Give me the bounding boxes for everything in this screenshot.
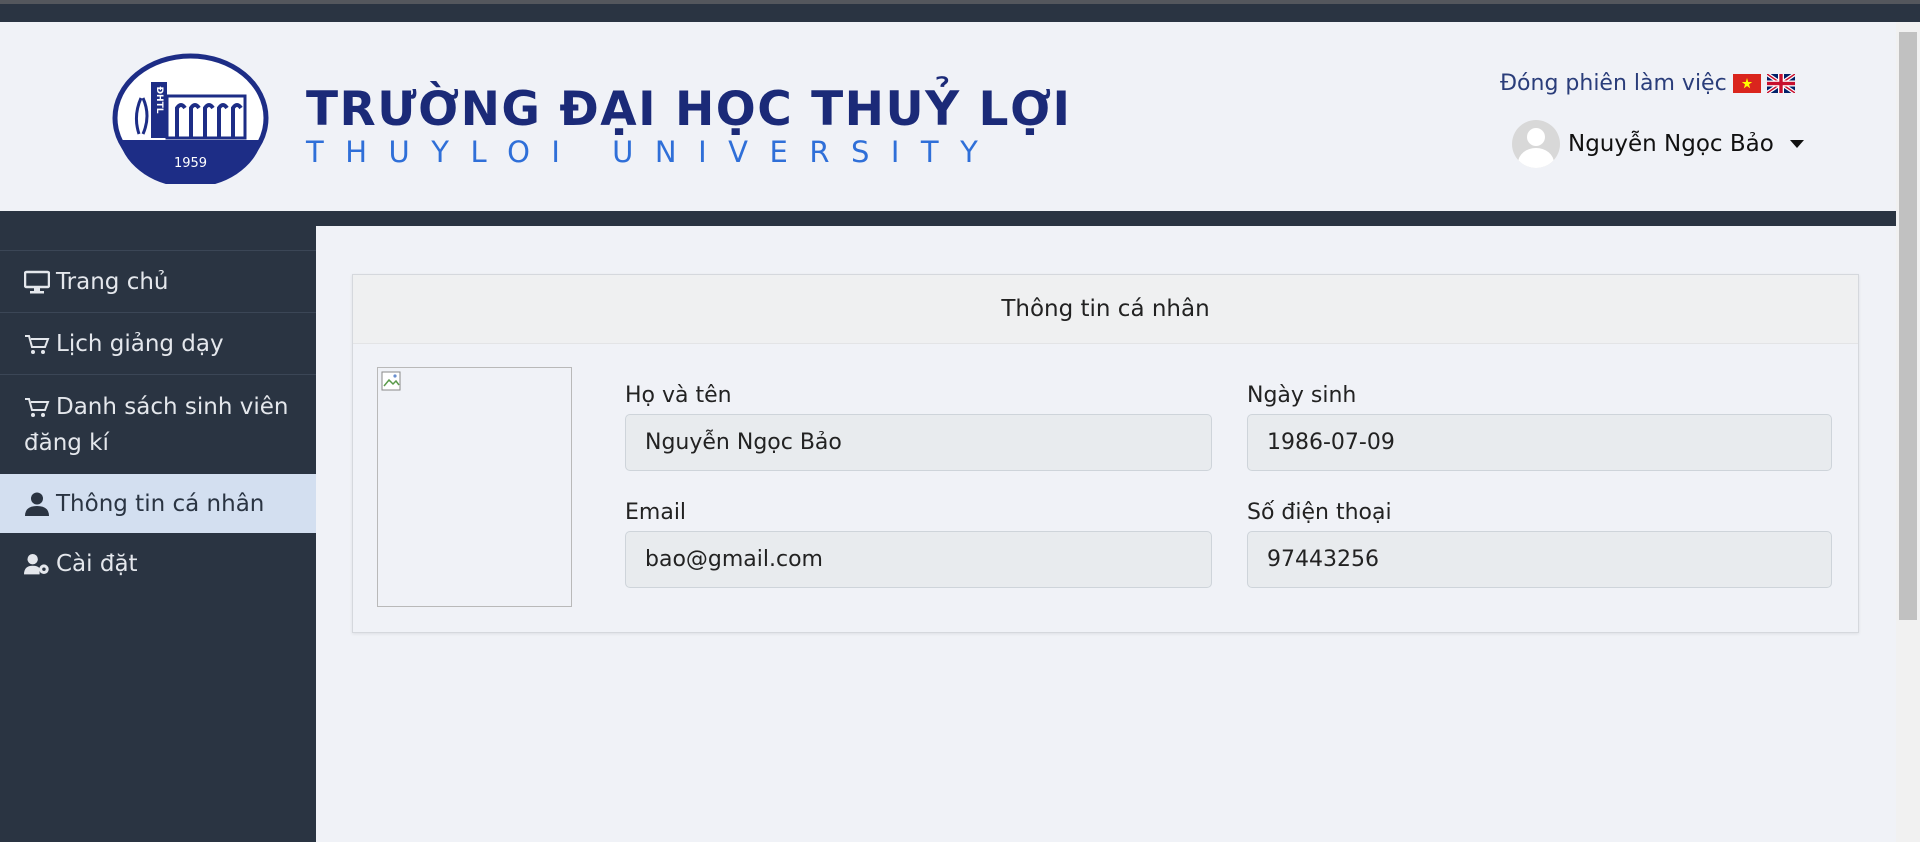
user-icon (25, 492, 49, 516)
brand-vietnamese-name: TRƯỜNG ĐẠI HỌC THUỶ LỢI (306, 82, 1072, 137)
logout-area: Đóng phiên làm việc (1500, 71, 1795, 96)
user-gear-icon (24, 554, 49, 575)
sidebar: Trang chủ Lịch giảng dạy Danh sách sinh … (0, 226, 316, 842)
fullname-label: Họ và tên (625, 383, 732, 408)
vertical-scrollbar[interactable] (1896, 22, 1920, 842)
logo-abbrev: ĐHTL (154, 87, 164, 114)
sidebar-item-label: Danh sách sinh viên (56, 394, 289, 420)
site-header: 1959 ĐHTL TRƯỜNG ĐẠI HỌC THUỶ LỢI THUYLO… (0, 22, 1896, 211)
caret-down-icon (1789, 140, 1804, 148)
user-name: Nguyễn Ngọc Bảo (1568, 131, 1774, 157)
card-title: Thông tin cá nhân (353, 275, 1858, 344)
logo-year: 1959 (174, 156, 207, 171)
window-top-strip (0, 0, 1920, 22)
broken-image-icon (381, 371, 401, 391)
profile-photo (377, 367, 572, 607)
navbar-strip (0, 211, 1896, 226)
logout-link[interactable]: Đóng phiên làm việc (1500, 71, 1727, 96)
sidebar-item-label: Trang chủ (56, 268, 169, 295)
user-menu-toggle[interactable]: Nguyễn Ngọc Bảo (1512, 120, 1804, 168)
sidebar-item-registered-students[interactable]: Danh sách sinh viên đăng kí (0, 374, 316, 474)
phone-label: Số điện thoại (1247, 500, 1392, 525)
university-logo: 1959 ĐHTL (112, 53, 269, 184)
sidebar-item-teaching-schedule[interactable]: Lịch giảng dạy (0, 312, 316, 374)
avatar (1512, 120, 1560, 168)
sidebar-item-personal-info[interactable]: Thông tin cá nhân (0, 474, 316, 533)
cart-icon (25, 398, 50, 417)
phone-field[interactable]: 97443256 (1247, 531, 1832, 588)
email-field[interactable]: bao@gmail.com (625, 531, 1212, 588)
personal-info-card: Thông tin cá nhân Họ và tên Nguyễn Ngọc … (352, 274, 1859, 633)
cart-icon (25, 334, 50, 354)
dob-label: Ngày sinh (1247, 383, 1357, 408)
email-label: Email (625, 500, 687, 525)
sidebar-item-settings[interactable]: Cài đặt (0, 533, 316, 595)
sidebar-item-label: Thông tin cá nhân (56, 490, 265, 517)
scrollbar-thumb[interactable] (1899, 32, 1917, 620)
uk-flag-icon[interactable] (1766, 74, 1795, 93)
sidebar-item-label: Lịch giảng dạy (56, 330, 224, 357)
sidebar-item-label-line2: đăng kí (24, 430, 109, 456)
brand-english-name: THUYLOI UNIVERSITY (306, 135, 1000, 169)
fullname-field[interactable]: Nguyễn Ngọc Bảo (625, 414, 1212, 471)
monitor-icon (24, 270, 50, 293)
sidebar-item-label: Cài đặt (56, 551, 138, 577)
window-top-line (0, 0, 1920, 4)
dob-field[interactable]: 1986-07-09 (1247, 414, 1832, 471)
vn-flag-icon[interactable] (1732, 74, 1761, 93)
sidebar-item-home[interactable]: Trang chủ (0, 250, 316, 312)
